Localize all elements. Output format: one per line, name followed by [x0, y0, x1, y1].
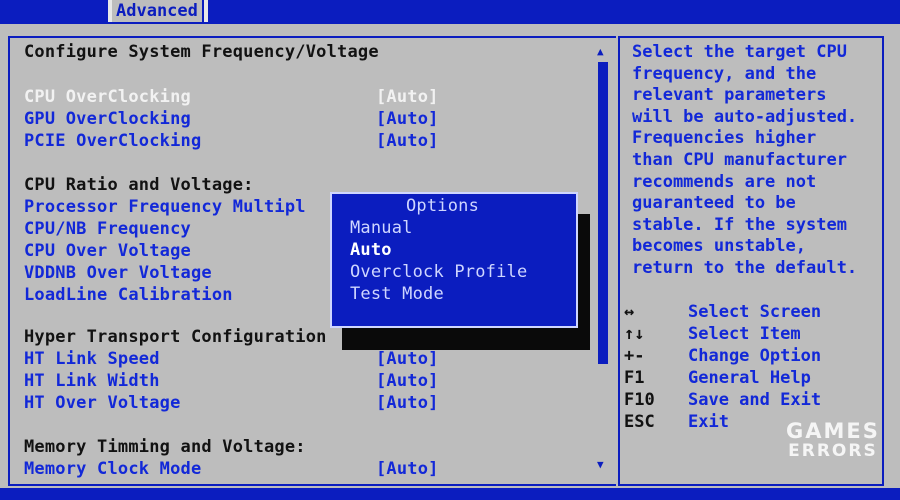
help-line: stable. If the system: [632, 214, 847, 235]
key-legend-save-exit: F10 Save and Exit: [624, 390, 821, 410]
section-heading-hyper-transport: Hyper Transport Configuration: [24, 327, 327, 347]
option-auto-selected[interactable]: Auto: [350, 240, 392, 260]
option-manual[interactable]: Manual: [350, 218, 413, 238]
watermark-logo: GAMES ERRORS: [786, 420, 880, 460]
help-line: Select the target CPU: [632, 42, 847, 62]
up-down-arrow-icon: ↑↓: [624, 324, 645, 344]
watermark-line-2: ERRORS: [788, 441, 878, 461]
options-popup: Options Manual Auto Overclock Profile Te…: [330, 192, 578, 328]
key-desc: Change Option: [688, 346, 822, 366]
setting-memory-clock-mode[interactable]: Memory Clock Mode: [24, 459, 201, 479]
setting-processor-frequency-multiplier[interactable]: Processor Frequency Multipl: [24, 197, 306, 217]
setting-ht-link-width[interactable]: HT Link Width: [24, 371, 160, 391]
page-title: Configure System Frequency/Voltage: [24, 42, 379, 62]
option-overclock-profile[interactable]: Overclock Profile: [350, 262, 527, 282]
help-line: Frequencies higher: [632, 128, 817, 149]
key-legend-general-help: F1 General Help: [624, 368, 811, 388]
tab-advanced[interactable]: Advanced: [112, 0, 202, 22]
esc-key: ESC: [624, 412, 655, 432]
key-legend-select-screen: ↔ Select Screen: [624, 302, 821, 322]
help-description: Select the target CPU frequency, and the…: [632, 42, 882, 280]
option-test-mode[interactable]: Test Mode: [350, 284, 444, 304]
scroll-up-arrow-icon[interactable]: ▲: [597, 46, 604, 58]
plus-minus-key: +-: [624, 346, 645, 366]
left-right-arrow-icon: ↔: [624, 302, 635, 322]
section-heading-cpu: CPU Ratio and Voltage:: [24, 175, 254, 195]
bottom-bar: [0, 488, 900, 500]
setting-ht-link-speed[interactable]: HT Link Speed: [24, 349, 160, 369]
help-line: relevant parameters: [632, 85, 827, 106]
key-desc: Exit: [688, 412, 729, 432]
help-line: frequency, and the: [632, 63, 817, 84]
key-desc: Save and Exit: [688, 390, 822, 410]
setting-cpu-nb-frequency[interactable]: CPU/NB Frequency: [24, 219, 191, 239]
key-legend-change-option: +- Change Option: [624, 346, 821, 366]
watermark-line-1: GAMES: [786, 419, 880, 443]
key-legend-exit: ESC Exit: [624, 412, 729, 432]
help-line: becomes unstable,: [632, 236, 806, 257]
value-ht-link-width[interactable]: [Auto]: [376, 371, 439, 391]
f10-key: F10: [624, 390, 655, 410]
key-legend-select-item: ↑↓ Select Item: [624, 324, 801, 344]
scrollbar-thumb[interactable]: [598, 62, 608, 364]
setting-ht-over-voltage[interactable]: HT Over Voltage: [24, 393, 181, 413]
help-line: guaranteed to be: [632, 193, 796, 214]
value-memory-clock-mode[interactable]: [Auto]: [376, 459, 439, 479]
setting-gpu-overclocking[interactable]: GPU OverClocking: [24, 109, 191, 129]
setting-cpu-overclocking[interactable]: CPU OverClocking: [24, 87, 191, 107]
key-desc: General Help: [688, 368, 811, 388]
value-pcie-overclocking[interactable]: [Auto]: [376, 131, 439, 151]
key-desc: Select Screen: [688, 302, 822, 322]
value-gpu-overclocking[interactable]: [Auto]: [376, 109, 439, 129]
setting-loadline-calibration[interactable]: LoadLine Calibration: [24, 285, 233, 305]
setting-cpu-over-voltage[interactable]: CPU Over Voltage: [24, 241, 191, 261]
f1-key: F1: [624, 368, 645, 388]
help-line: will be auto-adjusted.: [632, 106, 858, 127]
key-desc: Select Item: [688, 324, 801, 344]
value-ht-over-voltage[interactable]: [Auto]: [376, 393, 439, 413]
section-heading-memory: Memory Timming and Voltage:: [24, 437, 306, 457]
setting-vddnb-over-voltage[interactable]: VDDNB Over Voltage: [24, 263, 212, 283]
value-cpu-overclocking[interactable]: [Auto]: [376, 87, 439, 107]
setting-pcie-overclocking[interactable]: PCIE OverClocking: [24, 131, 201, 151]
value-ht-link-speed[interactable]: [Auto]: [376, 349, 439, 369]
popup-title: Options: [406, 196, 480, 216]
help-line: return to the default.: [632, 257, 858, 278]
tab-edge-right: [204, 0, 208, 22]
scroll-down-arrow-icon[interactable]: ▼: [597, 459, 604, 471]
help-line: recommends are not: [632, 171, 817, 192]
help-line: than CPU manufacturer: [632, 149, 847, 170]
